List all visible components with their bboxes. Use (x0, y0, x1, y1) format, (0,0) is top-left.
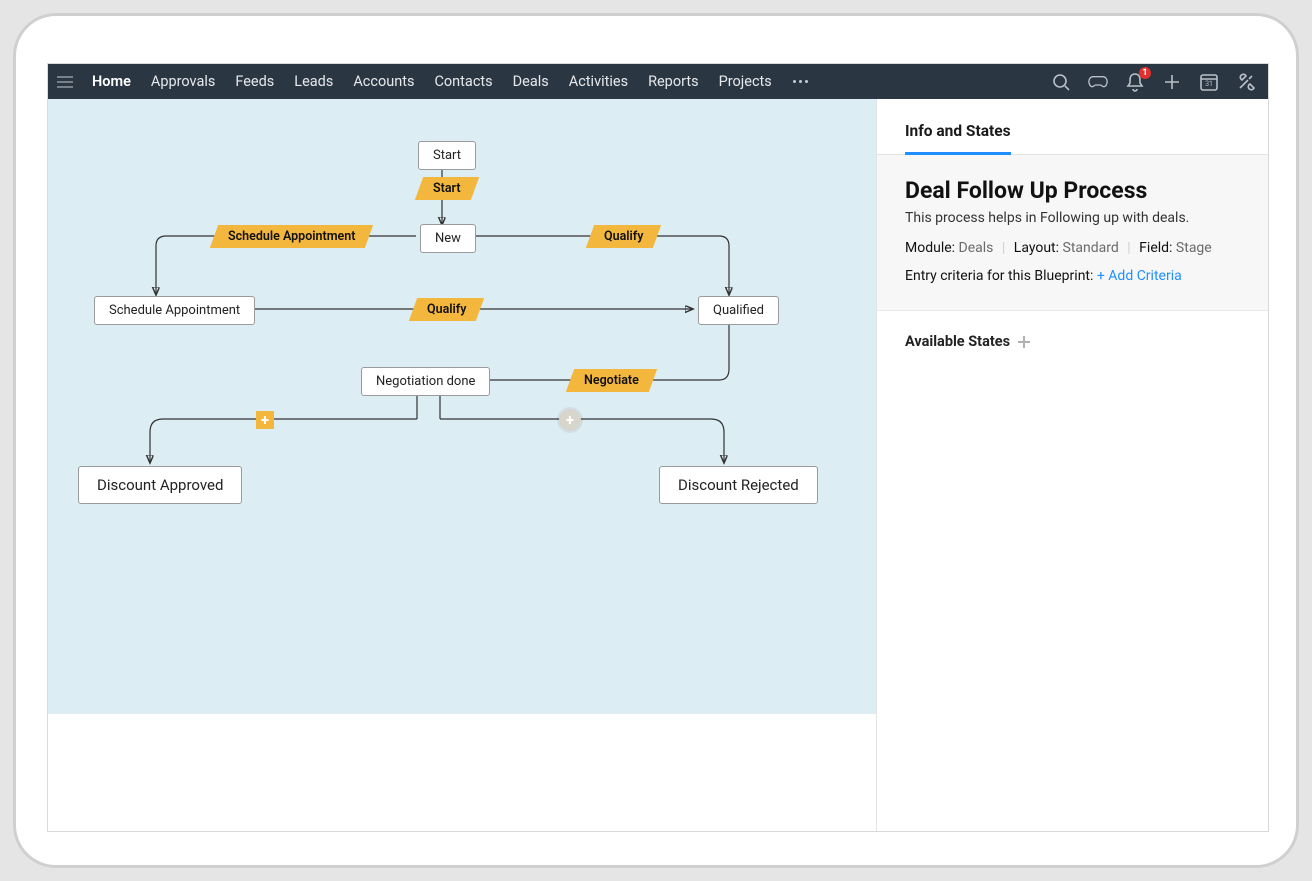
meta-layout-label: Layout: (1014, 240, 1059, 256)
add-transition-right[interactable]: + (559, 409, 581, 431)
blueprint-canvas[interactable]: Start Start New Schedule Appointment Qua… (48, 99, 876, 714)
calendar-icon[interactable]: 31 (1199, 72, 1219, 92)
plus-icon[interactable] (1162, 72, 1182, 92)
nav-contacts[interactable]: Contacts (424, 64, 502, 99)
entry-criteria-label: Entry criteria for this Blueprint: (905, 268, 1097, 284)
meta-field-value: Stage (1176, 240, 1212, 256)
transition-negotiate[interactable]: Negotiate (566, 369, 657, 392)
entry-criteria: Entry criteria for this Blueprint: + Add… (905, 268, 1242, 284)
add-state-icon[interactable] (1018, 336, 1030, 348)
side-panel-header: Deal Follow Up Process This process help… (877, 155, 1269, 311)
notification-badge: 1 (1139, 67, 1151, 79)
nav-accounts[interactable]: Accounts (343, 64, 424, 99)
nav-feeds[interactable]: Feeds (225, 64, 284, 99)
transition-qualify-top[interactable]: Qualify (586, 225, 662, 248)
side-panel: Info and States Deal Follow Up Process T… (876, 99, 1269, 832)
node-discount-approved[interactable]: Discount Approved (78, 466, 242, 504)
nav-reports[interactable]: Reports (638, 64, 709, 99)
nav-items: Home Approvals Feeds Leads Accounts Cont… (82, 64, 820, 99)
process-description: This process helps in Following up with … (905, 210, 1242, 226)
node-negotiation-done[interactable]: Negotiation done (361, 367, 490, 396)
node-start[interactable]: Start (418, 141, 476, 170)
nav-more-icon[interactable] (782, 80, 820, 83)
node-discount-rejected[interactable]: Discount Rejected (659, 466, 818, 504)
node-schedule-appointment[interactable]: Schedule Appointment (94, 296, 255, 325)
canvas-bottom-strip (48, 714, 876, 832)
search-icon[interactable] (1051, 72, 1071, 92)
meta-module-value: Deals (959, 240, 994, 256)
tools-icon[interactable] (1236, 72, 1256, 92)
device-frame: Home Approvals Feeds Leads Accounts Cont… (14, 14, 1298, 867)
nav-activities[interactable]: Activities (559, 64, 638, 99)
available-states-section: Available States (877, 311, 1269, 372)
node-qualified[interactable]: Qualified (698, 296, 779, 325)
transition-schedule-appointment[interactable]: Schedule Appointment (210, 225, 374, 248)
meta-layout-value: Standard (1063, 240, 1119, 256)
meta-module-label: Module: (905, 240, 955, 256)
app-screen: Home Approvals Feeds Leads Accounts Cont… (47, 63, 1269, 832)
transition-qualify-mid[interactable]: Qualify (409, 298, 485, 321)
add-transition-left[interactable]: + (256, 411, 274, 429)
tab-info-and-states[interactable]: Info and States (905, 122, 1011, 154)
add-criteria-link[interactable]: + Add Criteria (1097, 268, 1182, 284)
side-panel-tabs: Info and States (877, 99, 1269, 155)
process-meta: Module: Deals | Layout: Standard | Field… (905, 240, 1242, 256)
available-states-label: Available States (905, 333, 1010, 350)
nav-home[interactable]: Home (82, 64, 141, 99)
game-controller-icon[interactable] (1088, 72, 1108, 92)
nav-leads[interactable]: Leads (284, 64, 343, 99)
bell-icon[interactable]: 1 (1125, 72, 1145, 92)
calendar-day: 31 (1205, 80, 1213, 88)
nav-deals[interactable]: Deals (503, 64, 559, 99)
menu-icon[interactable] (48, 64, 82, 99)
process-title: Deal Follow Up Process (905, 177, 1242, 204)
node-new[interactable]: New (420, 224, 476, 253)
meta-field-label: Field: (1139, 240, 1172, 256)
nav-projects[interactable]: Projects (709, 64, 782, 99)
topbar-right: 1 31 (1051, 64, 1262, 99)
top-nav: Home Approvals Feeds Leads Accounts Cont… (48, 64, 1268, 99)
nav-approvals[interactable]: Approvals (141, 64, 226, 99)
transition-start[interactable]: Start (415, 177, 479, 200)
